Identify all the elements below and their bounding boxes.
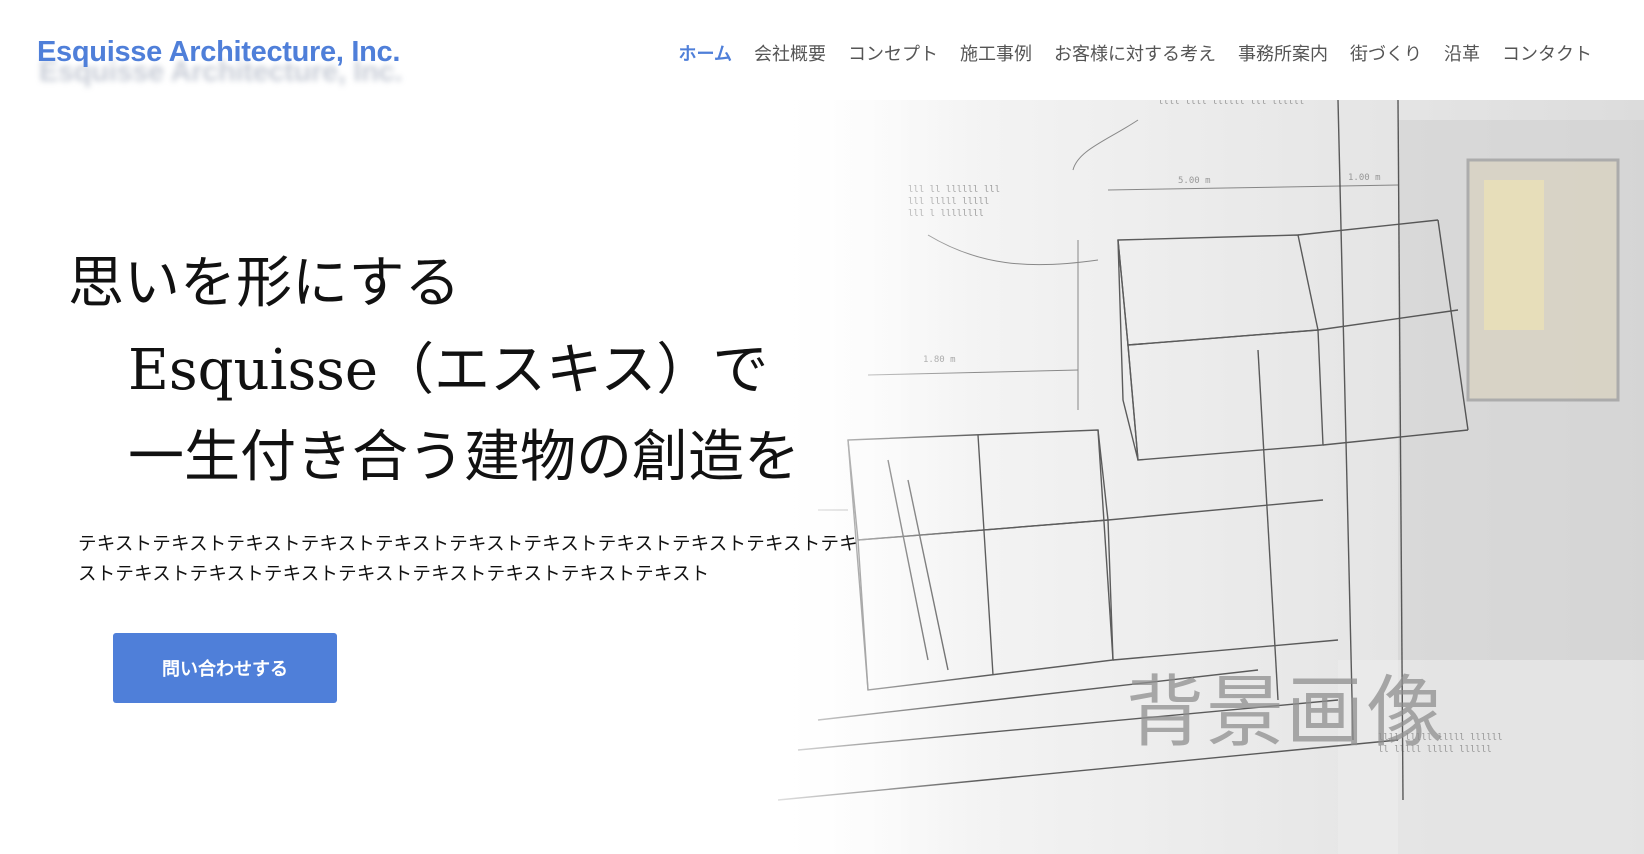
- page: Esquisse Architecture, Inc. Esquisse Arc…: [0, 0, 1644, 854]
- hero-headline-line-3: 一生付き合う建物の創造を: [128, 425, 800, 490]
- svg-text:5.00 m: 5.00 m: [1178, 176, 1211, 186]
- nav-item-home[interactable]: ホーム: [679, 40, 732, 66]
- main-nav: ホーム 会社概要 コンセプト 施工事例 お客様に対する考え 事務所案内 街づくり…: [657, 40, 1592, 66]
- nav-item-town[interactable]: 街づくり: [1350, 40, 1422, 66]
- hero-body-text: テキストテキストテキストテキストテキストテキストテキストテキストテキストテキスト…: [78, 534, 858, 585]
- site-header: Esquisse Architecture, Inc. Esquisse Arc…: [0, 0, 1644, 100]
- nav-item-office[interactable]: 事務所案内: [1238, 40, 1328, 66]
- nav-item-concept[interactable]: コンセプト: [848, 40, 938, 66]
- logo-link[interactable]: Esquisse Architecture, Inc. Esquisse Arc…: [37, 36, 402, 88]
- contact-cta-button[interactable]: 問い合わせする: [113, 633, 337, 703]
- nav-item-company[interactable]: 会社概要: [754, 40, 826, 66]
- svg-text:1.00 m: 1.00 m: [1348, 173, 1381, 183]
- hero-headline-line-2: Esquisse（エスキス）で: [128, 338, 769, 403]
- nav-item-works[interactable]: 施工事例: [960, 40, 1032, 66]
- hero-headline-line-1: 思いを形にする: [68, 251, 461, 316]
- nav-item-contact[interactable]: コンタクト: [1502, 40, 1592, 66]
- site-logo[interactable]: Esquisse Architecture, Inc.: [37, 36, 400, 69]
- svg-text:llll llll llllll lll llllll: llll llll llllll lll llllll: [1158, 100, 1304, 107]
- nav-item-philosophy[interactable]: お客様に対する考え: [1054, 40, 1216, 66]
- nav-item-history[interactable]: 沿革: [1444, 40, 1480, 66]
- background-image-label: 背景画像: [1126, 668, 1447, 758]
